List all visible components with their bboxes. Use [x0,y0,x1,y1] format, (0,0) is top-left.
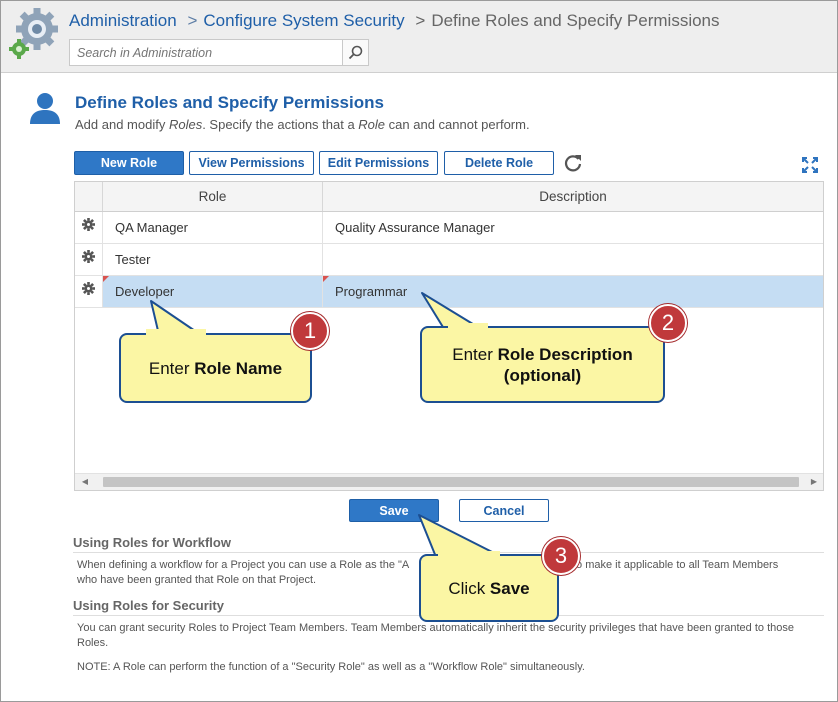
help-text-line: ser) to make it applicable to all Team M… [551,559,779,571]
subtitle-text: . Specify the actions that a [202,117,359,132]
step-badge-2: 2 [649,304,687,342]
column-header-description[interactable]: Description [323,182,823,211]
subtitle-emphasis: Role [358,117,386,132]
callout-pointer-mask [438,551,500,559]
breadcrumb-configure-system-security[interactable]: Configure System Security [203,11,404,30]
row-settings[interactable] [75,276,103,307]
row-settings[interactable] [75,212,103,243]
search-button[interactable] [342,40,368,65]
scroll-left-arrow[interactable]: ◀ [80,477,90,487]
changed-marker [323,276,329,282]
view-permissions-button[interactable]: View Permissions [189,151,314,175]
help-note: NOTE: A Role can perform the function of… [77,661,585,673]
scroll-right-arrow[interactable]: ▶ [809,477,819,487]
gear-icon [82,282,95,295]
callout-prefix: Enter [452,344,498,364]
table-row[interactable]: QA Manager Quality Assurance Manager [75,212,823,244]
user-icon [30,93,60,124]
page-title: Define Roles and Specify Permissions [75,93,384,112]
grid-header: Role Description [75,182,823,212]
search-input[interactable] [70,40,343,65]
subtitle-text: Add and modify [75,117,169,132]
edit-permissions-button[interactable]: Edit Permissions [319,151,438,175]
callout-pointer-mask [146,329,206,337]
column-header-role[interactable]: Role [103,182,323,211]
breadcrumb-administration[interactable]: Administration [69,11,177,30]
callout-text: Enter Role Description (optional) [452,344,632,386]
help-text-line: When defining a workflow for a Project y… [77,559,410,571]
header: Administration > Configure System Securit… [1,1,837,73]
table-row[interactable]: Tester [75,244,823,276]
callout-bold: Save [489,578,530,598]
description-cell-text: Programmar [335,284,408,299]
callout-prefix: Click [448,578,490,598]
admin-gears-icon [9,8,58,59]
new-role-button[interactable]: New Role [74,151,184,175]
scroll-thumb[interactable] [103,477,799,487]
app-window: Administration > Configure System Securit… [0,0,838,702]
expand-icon[interactable] [801,156,819,174]
search-box [69,39,369,66]
callout-suffix: (optional) [503,365,582,385]
callout-bold: Role Description [497,344,633,364]
gear-icon [82,218,95,231]
callout-text: Enter Role Name [149,358,282,379]
callout-bold: Role Name [194,358,283,378]
callout-text: Click Save [448,578,529,599]
search-icon [348,45,363,60]
step-badge-3: 3 [542,537,580,575]
subtitle-text: can and cannot perform. [385,117,530,132]
callout-prefix: Enter [148,358,195,378]
row-settings[interactable] [75,244,103,275]
refresh-icon[interactable] [563,153,583,173]
breadcrumb-separator: > [415,11,426,30]
role-cell-text: Developer [115,284,175,299]
description-cell[interactable] [323,244,823,275]
role-cell[interactable]: QA Manager [103,212,323,243]
breadcrumb-current: Define Roles and Specify Permissions [431,11,720,30]
changed-marker [103,276,109,282]
description-cell[interactable]: Quality Assurance Manager [323,212,823,243]
callout-role-description: Enter Role Description (optional) [420,326,665,403]
breadcrumb: Administration > Configure System Securit… [69,11,720,31]
delete-role-button[interactable]: Delete Role [444,151,554,175]
header-gear-column [75,182,103,211]
help-text-security: You can grant security Roles to Project … [77,622,794,649]
subtitle-emphasis: Roles [168,117,203,132]
horizontal-scrollbar[interactable]: ◀ ▶ [75,473,823,490]
page-subtitle: Add and modify Roles. Specify the action… [75,117,530,132]
callout-save: Click Save [419,554,559,622]
description-cell[interactable]: Programmar [323,276,823,307]
breadcrumb-separator: > [187,11,198,30]
gear-icon [82,250,95,263]
step-badge-1: 1 [291,312,329,350]
callout-pointer-mask [448,323,488,331]
role-cell[interactable]: Tester [103,244,323,275]
callout-role-name: Enter Role Name [119,333,312,403]
